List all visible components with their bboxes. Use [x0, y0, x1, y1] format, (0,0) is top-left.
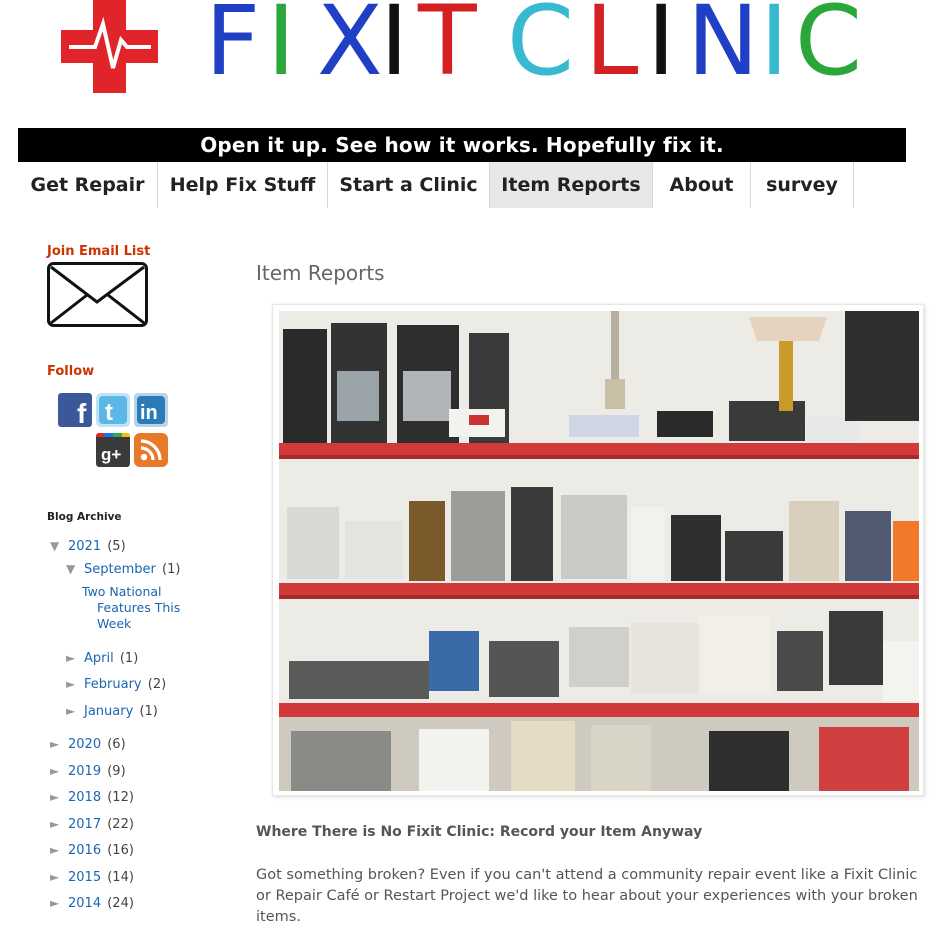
logo-letter: I: [267, 0, 296, 97]
collapse-toggle-icon[interactable]: ▼: [66, 560, 84, 578]
site-title-logo[interactable]: F I X I T C L I N I C: [205, 0, 905, 96]
twitter-icon[interactable]: t: [96, 393, 130, 427]
archive-month-february[interactable]: ► February (2): [66, 675, 166, 694]
post-subheading: Where There is No Fixit Clinic: Record y…: [256, 824, 703, 840]
archive-year-link[interactable]: 2014: [68, 896, 101, 911]
archive-count: (16): [107, 843, 134, 858]
archive-count: (2): [147, 677, 167, 692]
logo-letter: C: [507, 0, 575, 97]
broken-items-shelves-photo[interactable]: [279, 311, 919, 791]
logo-letter: N: [687, 0, 759, 97]
expand-toggle-icon[interactable]: ►: [50, 735, 68, 753]
logo-letter: C: [795, 0, 863, 97]
expand-toggle-icon[interactable]: ►: [50, 868, 68, 886]
expand-toggle-icon[interactable]: ►: [50, 788, 68, 806]
archive-year-2016[interactable]: ► 2016 (16): [50, 841, 134, 860]
archive-year-link[interactable]: 2020: [68, 737, 101, 752]
archive-count: (12): [107, 790, 134, 805]
expand-toggle-icon[interactable]: ►: [50, 894, 68, 912]
nav-tab-survey[interactable]: survey: [751, 162, 854, 208]
blog-archive-heading: Blog Archive: [47, 511, 122, 523]
archive-count: (14): [107, 870, 134, 885]
archive-month-january[interactable]: ► January (1): [66, 702, 158, 721]
archive-year-link[interactable]: 2019: [68, 764, 101, 779]
archive-count: (24): [107, 896, 134, 911]
archive-year-2017[interactable]: ► 2017 (22): [50, 815, 134, 834]
nav-tab-about[interactable]: About: [653, 162, 751, 208]
expand-toggle-icon[interactable]: ►: [66, 649, 84, 667]
archive-count: (5): [107, 539, 126, 554]
red-cross-logo: [61, 0, 158, 93]
archive-year-2014[interactable]: ► 2014 (24): [50, 894, 134, 913]
expand-toggle-icon[interactable]: ►: [50, 841, 68, 859]
nav-tab-item-reports[interactable]: Item Reports: [490, 162, 653, 208]
archive-year-link[interactable]: 2017: [68, 817, 101, 832]
archive-month-link[interactable]: April: [84, 651, 114, 666]
nav-tab-get-repair[interactable]: Get Repair: [18, 162, 158, 208]
archive-year-link[interactable]: 2021: [68, 539, 101, 554]
google-plus-icon[interactable]: g+: [96, 433, 130, 467]
archive-month-september[interactable]: ▼ September (1): [66, 560, 180, 579]
logo-letter: I: [380, 0, 409, 97]
archive-year-link[interactable]: 2018: [68, 790, 101, 805]
expand-toggle-icon[interactable]: ►: [50, 815, 68, 833]
archive-count: (9): [107, 764, 126, 779]
logo-letter: X: [317, 0, 383, 97]
svg-text:g+: g+: [101, 445, 121, 464]
tagline-banner: Open it up. See how it works. Hopefully …: [18, 128, 906, 162]
archive-year-2021[interactable]: ▼ 2021 (5): [50, 537, 126, 556]
archive-month-link[interactable]: February: [84, 677, 142, 692]
logo-letter: F: [205, 0, 261, 97]
archive-year-2015[interactable]: ► 2015 (14): [50, 868, 134, 887]
page-title: Item Reports: [256, 261, 385, 285]
envelope-icon[interactable]: [47, 262, 148, 327]
nav-tab-start-a-clinic[interactable]: Start a Clinic: [328, 162, 490, 208]
logo-letter: I: [647, 0, 676, 97]
archive-month-link[interactable]: January: [84, 704, 133, 719]
nav-tab-help-fix-stuff[interactable]: Help Fix Stuff: [158, 162, 328, 208]
rss-icon[interactable]: [134, 433, 168, 467]
svg-text:f: f: [77, 398, 87, 427]
archive-count: (22): [107, 817, 134, 832]
svg-text:in: in: [140, 402, 158, 424]
archive-count: (6): [107, 737, 126, 752]
join-email-heading: Join Email List: [47, 244, 151, 259]
collapse-toggle-icon[interactable]: ▼: [50, 537, 68, 555]
archive-month-april[interactable]: ► April (1): [66, 649, 138, 668]
archive-year-link[interactable]: 2016: [68, 843, 101, 858]
expand-toggle-icon[interactable]: ►: [50, 762, 68, 780]
archive-count: (1): [119, 651, 139, 666]
expand-toggle-icon[interactable]: ►: [66, 675, 84, 693]
linkedin-icon[interactable]: in: [134, 393, 168, 427]
archive-post-link[interactable]: Two National Features This Week: [82, 584, 207, 632]
archive-year-2020[interactable]: ► 2020 (6): [50, 735, 126, 754]
archive-year-2018[interactable]: ► 2018 (12): [50, 788, 134, 807]
item-shelves-photo-frame: [272, 304, 924, 796]
archive-month-link[interactable]: September: [84, 562, 156, 577]
archive-count: (1): [139, 704, 158, 719]
follow-heading: Follow: [47, 364, 95, 379]
archive-count: (1): [162, 562, 181, 577]
svg-text:t: t: [105, 399, 113, 426]
post-body-text: Got something broken? Even if you can't …: [256, 867, 918, 925]
archive-year-2019[interactable]: ► 2019 (9): [50, 762, 126, 781]
logo-letter: L: [585, 0, 639, 97]
facebook-icon[interactable]: f: [58, 393, 92, 427]
archive-year-link[interactable]: 2015: [68, 870, 101, 885]
logo-letter: T: [418, 0, 477, 97]
expand-toggle-icon[interactable]: ►: [66, 702, 84, 720]
logo-letter: I: [760, 0, 789, 97]
